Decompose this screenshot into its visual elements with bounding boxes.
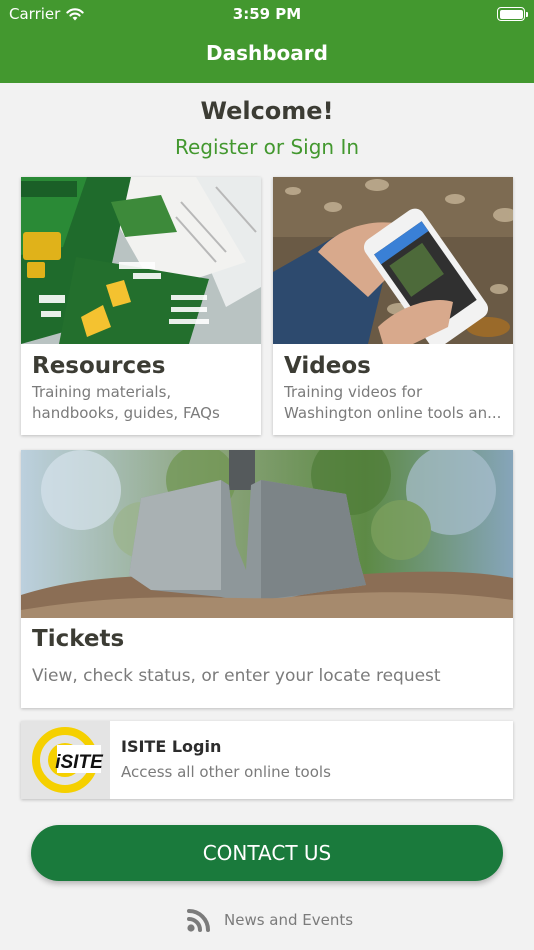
welcome-heading: Welcome! — [200, 97, 334, 125]
isite-login-title: ISITE Login — [121, 737, 222, 756]
battery-icon — [497, 7, 528, 21]
clock: 3:59 PM — [232, 5, 302, 23]
rss-icon — [187, 909, 210, 932]
news-and-events-label: News and Events — [224, 911, 354, 929]
isite-logo-text: iSITE — [55, 752, 104, 773]
page-title: Dashboard — [206, 41, 328, 65]
status-bar: Carrier 3:59 PM — [0, 0, 534, 28]
videos-image — [273, 177, 513, 344]
resources-card[interactable]: Resources Training materials, handbooks,… — [21, 177, 261, 435]
resources-image — [21, 177, 261, 344]
contact-us-button[interactable]: CONTACT US — [31, 825, 503, 881]
videos-title: Videos — [284, 353, 371, 379]
isite-logo: iSITE — [21, 721, 110, 799]
tickets-image — [21, 450, 513, 618]
isite-login-item[interactable]: iSITE ISITE Login Access all other onlin… — [21, 721, 513, 799]
register-signin-link[interactable]: Register or Sign In — [0, 135, 534, 159]
isite-login-subtitle: Access all other online tools — [121, 763, 331, 781]
tickets-description: View, check status, or enter your locate… — [32, 666, 441, 686]
videos-description-line-2: Washington online tools an... — [284, 404, 502, 422]
resources-description: Training materials, handbooks, guides, F… — [32, 383, 220, 422]
videos-description-line-1: Training videos for — [284, 383, 423, 401]
tickets-title: Tickets — [32, 626, 125, 652]
navigation-header: Carrier 3:59 PM Dashboard — [0, 0, 534, 83]
tickets-card[interactable]: Tickets View, check status, or enter you… — [21, 450, 513, 708]
resources-title: Resources — [32, 353, 166, 379]
videos-card[interactable]: Videos Training videos for Washington on… — [273, 177, 513, 435]
news-and-events-link[interactable]: News and Events — [186, 907, 353, 933]
